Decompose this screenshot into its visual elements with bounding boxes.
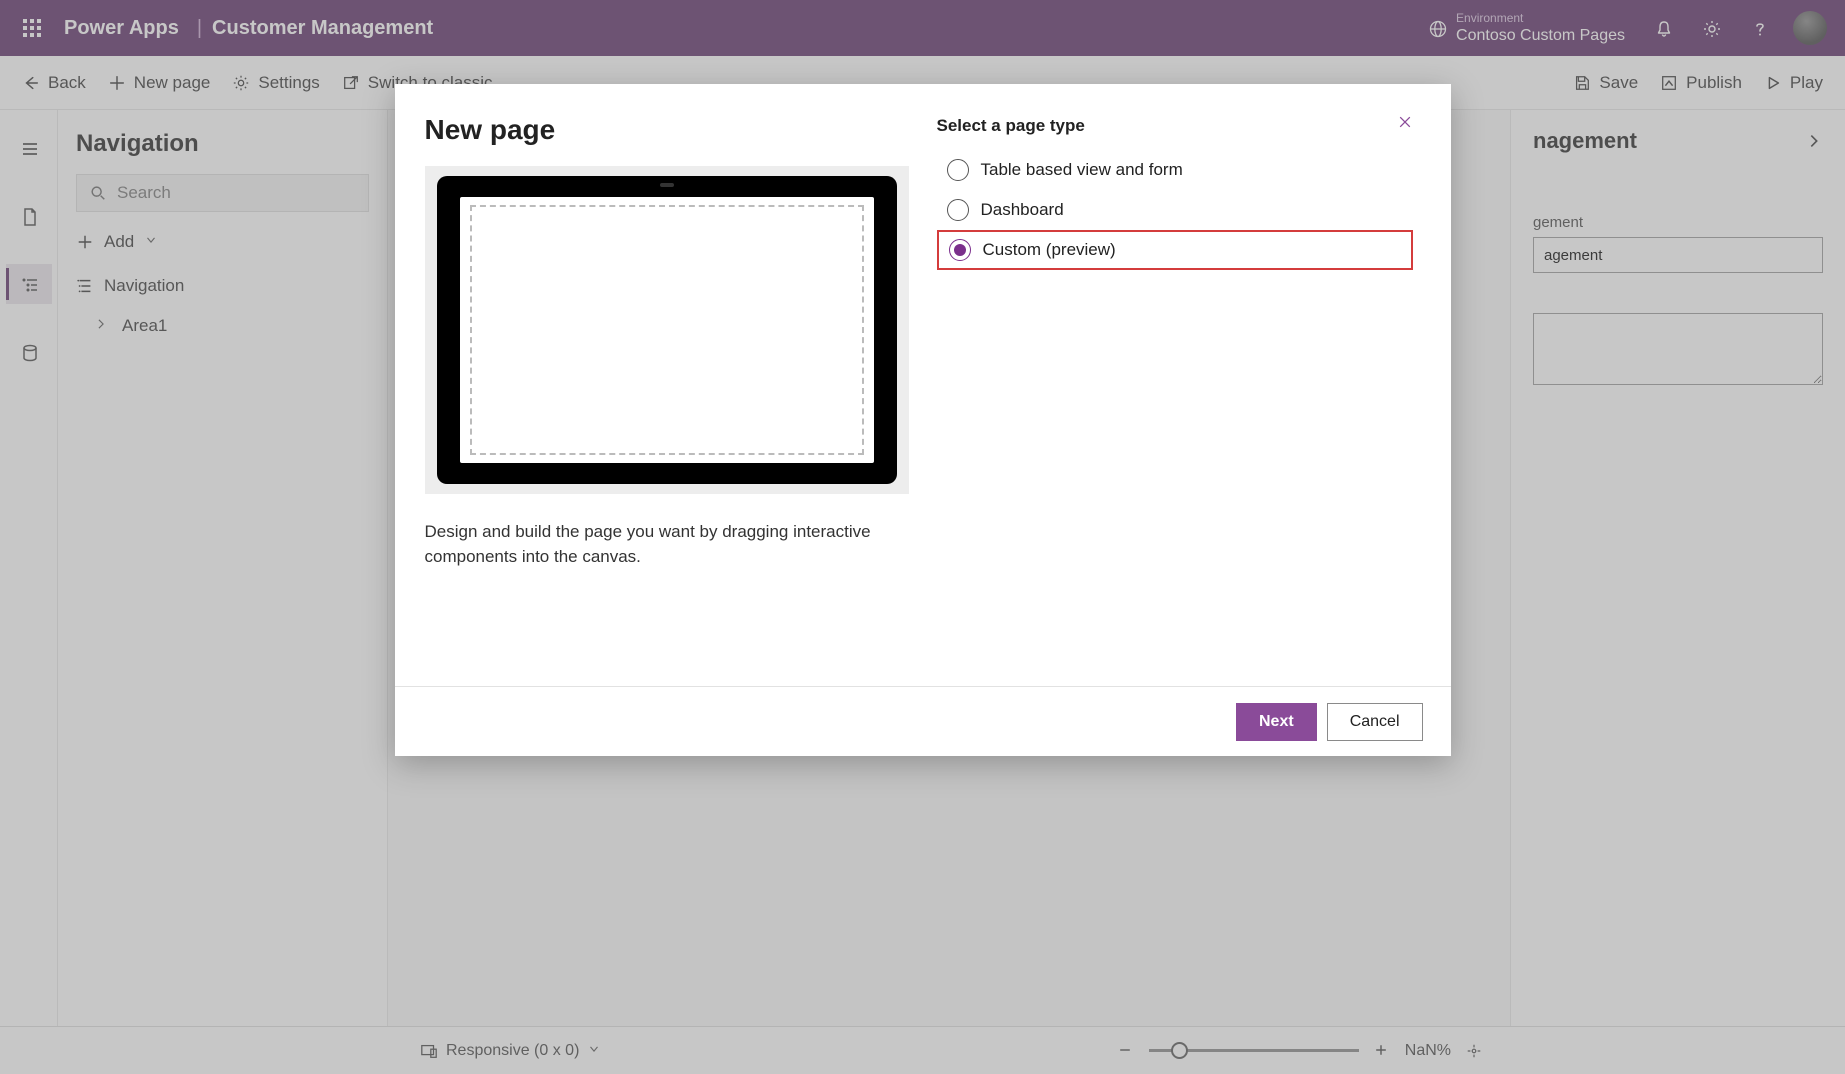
next-button[interactable]: Next [1236, 703, 1317, 741]
cancel-button[interactable]: Cancel [1327, 703, 1423, 741]
canvas-placeholder [470, 205, 864, 455]
camera-notch [660, 183, 674, 187]
radio-table-label: Table based view and form [981, 160, 1183, 180]
new-page-dialog: New page Design and build the page you w… [395, 84, 1451, 756]
dialog-title: New page [425, 114, 909, 146]
radio-table-view[interactable]: Table based view and form [937, 150, 1413, 190]
page-type-label: Select a page type [937, 116, 1413, 136]
dialog-description: Design and build the page you want by dr… [425, 520, 875, 569]
radio-icon [949, 239, 971, 261]
radio-dashboard[interactable]: Dashboard [937, 190, 1413, 230]
page-preview [425, 166, 909, 494]
radio-icon [947, 199, 969, 221]
close-button[interactable] [1391, 108, 1419, 136]
radio-custom[interactable]: Custom (preview) [937, 230, 1413, 270]
device-screen [460, 197, 874, 463]
dialog-footer: Next Cancel [395, 686, 1451, 756]
radio-icon [947, 159, 969, 181]
close-icon [1397, 114, 1413, 130]
modal-overlay: New page Design and build the page you w… [0, 0, 1845, 1074]
radio-custom-label: Custom (preview) [983, 240, 1116, 260]
radio-dashboard-label: Dashboard [981, 200, 1064, 220]
device-frame [437, 176, 897, 484]
